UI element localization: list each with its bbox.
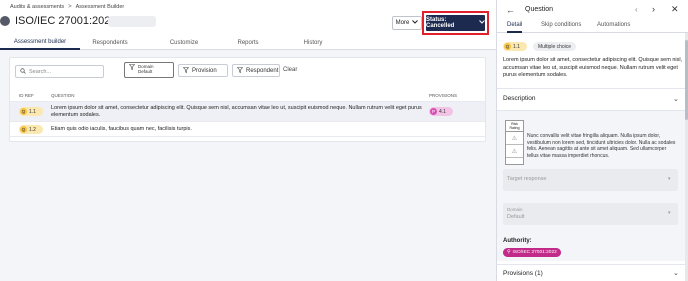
question-ref-badge: Q 1.2 [19,125,43,134]
table-row[interactable]: Q 1.2 Etiam quis odio iaculis, faucibus … [10,121,485,137]
panel-header: ← Question ‹ › ✕ [497,0,688,20]
question-text-line: Lorem ipsum dolor sit amet, consectetur … [51,105,422,111]
back-icon[interactable] [0,16,10,26]
filter-icon [128,64,136,72]
search-icon [20,67,26,76]
question-detail-panel: ← Question ‹ › ✕ Detail Skip conditions … [496,0,688,281]
tab-respondents[interactable]: Respondents [80,36,140,50]
tab-assessment-builder[interactable]: Assessment builder [0,36,80,50]
tab-history[interactable]: History [268,36,358,50]
description-text: Nunc convallis velit vitae fringilla ali… [527,133,676,159]
divider [497,88,688,89]
question-ref: 1.1 [29,108,36,115]
back-arrow-icon[interactable]: ← [506,5,515,15]
tab-skip-conditions[interactable]: Skip conditions [541,22,581,33]
domain-filter-button[interactable]: Domain Default [124,62,174,78]
tab-automations[interactable]: Automations [597,22,630,33]
main-area: Audits & assessments > Assessment Builde… [0,0,496,281]
more-button[interactable]: More [392,16,422,30]
search-placeholder: Search... [29,68,52,75]
provision-filter-button[interactable]: Provision [178,64,228,77]
filter-icon [236,66,244,75]
question-badge-letter: Q [20,126,27,133]
description-content: Risk Rating ⚠ ⚠ Nunc convallis velit vit… [497,111,688,261]
provision-badge-letter: P [430,108,437,115]
domain-filter-value: Default [138,69,153,74]
close-icon[interactable]: ✕ [671,4,679,15]
domain-select-label: Domain [507,207,523,212]
chevron-down-icon[interactable]: ⌄ [673,95,679,103]
status-highlight: Status: Cancelled [422,11,489,35]
breadcrumb: Audits & assessments > Assessment Builde… [10,4,124,10]
warning-icon: ⚠ [506,145,523,158]
provisions-section-header: Provisions (1) [503,270,543,277]
breadcrumb-current: Assessment Builder [75,4,125,10]
breadcrumb-parent[interactable]: Audits & assessments [10,4,64,10]
caret-down-icon: ▾ [668,176,671,182]
title-placeholder-pill [108,16,156,27]
question-ref-badge: Q 1.1 [19,107,43,116]
risk-rating-header: Risk Rating [506,121,523,132]
provision-badge[interactable]: P 4.1 [429,107,453,116]
risk-rating-table: Risk Rating ⚠ ⚠ [505,120,524,165]
chevron-down-icon[interactable]: ⌄ [673,269,679,277]
question-text-line: elementum sodales. [51,112,101,118]
provision-ref: 4.1 [439,108,446,115]
warning-icon: ⚠ [506,132,523,145]
column-header-question[interactable]: QUESTION [51,93,75,98]
provisions-section[interactable]: Provisions (1) ⌄ [497,264,688,281]
question-body: Lorem ipsum dolor sit amet, consectetur … [503,57,683,78]
description-section-header[interactable]: Description [503,95,536,102]
tab-customize[interactable]: Customize [140,36,228,50]
authority-label: Authority: [503,238,532,244]
chevron-down-icon [479,20,485,26]
filter-icon [182,66,190,75]
respondent-filter-button[interactable]: Respondent [232,64,280,77]
more-button-label: More [395,20,410,26]
chevron-down-icon [412,20,419,26]
domain-select-value: Default [507,214,525,220]
panel-tabs: Detail Skip conditions Automations [497,20,688,33]
column-header-id-ref[interactable]: ID REF [19,93,34,98]
link-icon: ⚲ [507,250,511,255]
question-badge-letter: Q [20,108,27,115]
status-label: Status: Cancelled [426,17,455,29]
respondent-filter-label: Respondent [246,67,279,74]
provision-filter-label: Provision [192,67,217,74]
question-ref: 1.1 [513,43,520,50]
target-response-label: Target response [507,176,547,182]
status-button[interactable]: Status: Cancelled [426,15,485,31]
table-row[interactable]: Q 1.1 Lorem ipsum dolor sit amet, consec… [10,101,485,121]
question-text: Lorem ipsum dolor sit amet, consectetur … [51,105,422,119]
table-header: ID REF QUESTION PROVISIONS [10,91,485,101]
top-bar: Audits & assessments > Assessment Builde… [0,0,496,50]
search-input[interactable]: Search... [15,65,104,78]
question-type-pill: Multiple choice [533,42,577,51]
next-icon[interactable]: › [652,4,655,14]
tab-reports[interactable]: Reports [228,36,268,50]
panel-title: Question [525,6,554,13]
questions-card: Search... Domain Default Provision Respo… [9,57,486,142]
question-meta-row: Q 1.1 Multiple choice [503,42,577,51]
breadcrumb-separator: > [68,4,72,10]
target-response-select[interactable]: Target response ▾ [503,169,678,191]
question-text: Etiam quis odio iaculis, faucibus quam n… [51,126,192,132]
authority-tag[interactable]: ⚲ ISO/IEC 27001:2022 [503,248,561,257]
clear-filters-link[interactable]: Clear [283,67,297,73]
domain-filter-text: Domain Default [138,64,154,74]
previous-icon[interactable]: ‹ [635,5,638,14]
caret-down-icon: ▾ [668,210,671,216]
tab-detail[interactable]: Detail [507,22,523,33]
question-ref: 1.2 [29,126,36,133]
domain-select[interactable]: Domain Default ▾ [503,203,678,225]
main-tabs: Assessment builder Respondents Customize… [0,36,496,50]
question-ref-badge: Q 1.1 [503,42,527,51]
authority-tag-label: ISO/IEC 27001:2022 [512,250,557,255]
question-badge-letter: Q [504,43,511,50]
column-header-provisions[interactable]: PROVISIONS [429,93,457,98]
